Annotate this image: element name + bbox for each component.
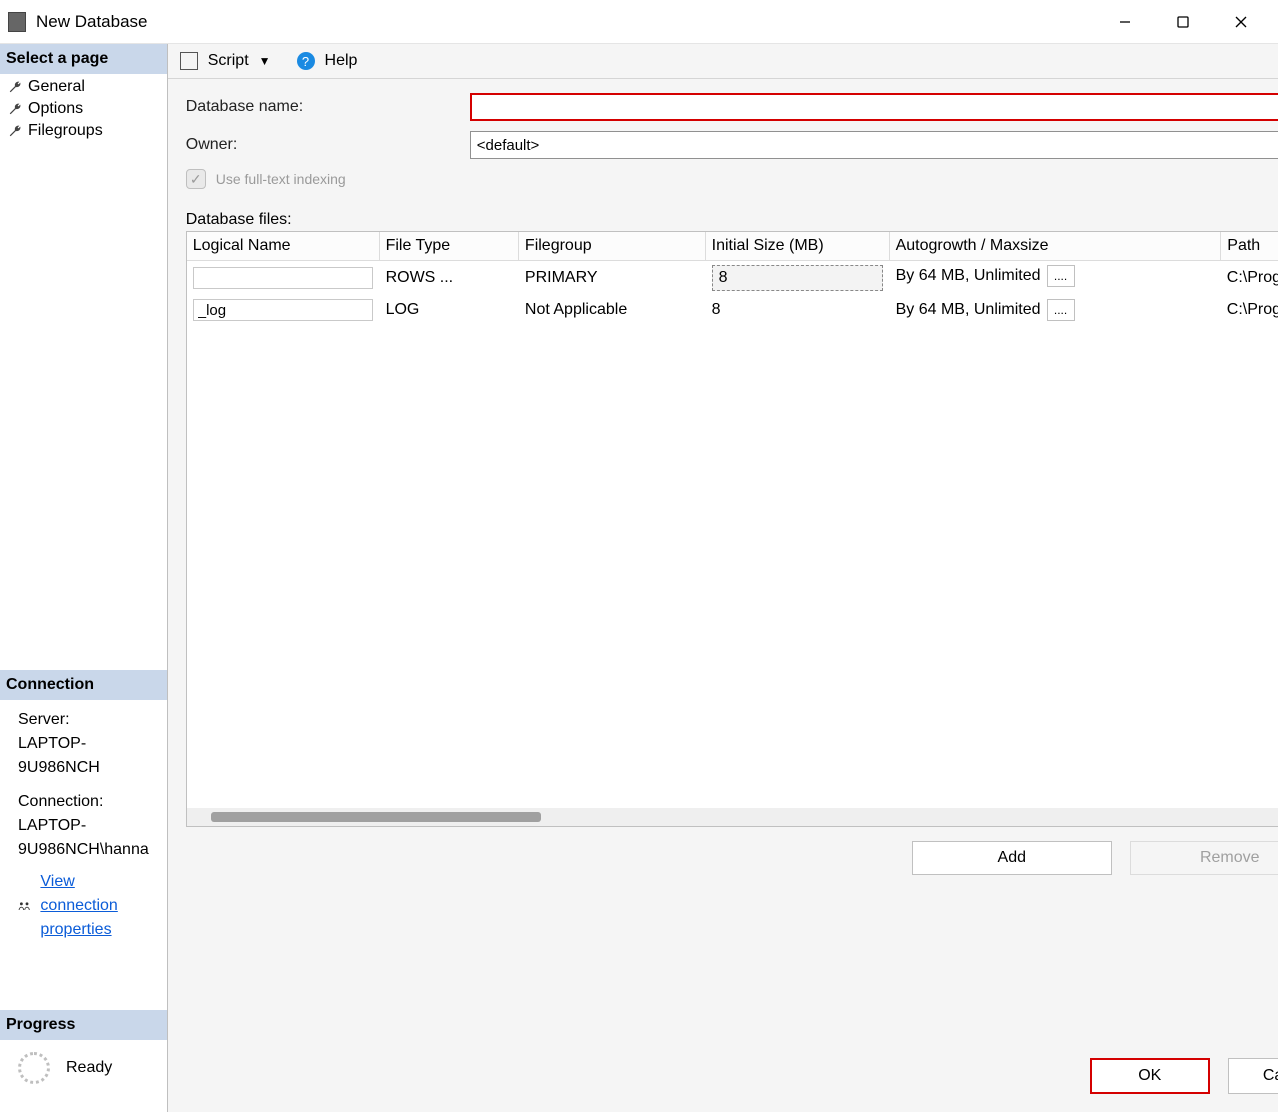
- sidebar-item-filegroups[interactable]: Filegroups: [0, 120, 167, 142]
- progress-ring-icon: [18, 1052, 50, 1084]
- fulltext-label: Use full-text indexing: [216, 171, 346, 187]
- col-filegroup[interactable]: Filegroup: [518, 232, 705, 261]
- connection-properties-icon: [18, 896, 30, 916]
- chevron-down-icon[interactable]: ▼: [259, 54, 271, 68]
- database-name-label: Database name:: [186, 98, 470, 116]
- fulltext-checkbox: ✓: [186, 169, 206, 189]
- wrench-icon: [8, 102, 22, 116]
- script-button[interactable]: Script: [208, 52, 249, 70]
- maximize-button[interactable]: [1154, 4, 1212, 40]
- database-icon: [8, 12, 26, 32]
- remove-button: Remove: [1130, 841, 1278, 875]
- autogrowth-edit-button[interactable]: ....: [1047, 265, 1075, 287]
- cell: By 64 MB, Unlimited: [896, 267, 1041, 285]
- script-icon: [180, 52, 198, 70]
- cell: By 64 MB, Unlimited: [896, 301, 1041, 319]
- logical-name-input[interactable]: [193, 299, 373, 321]
- col-autogrowth[interactable]: Autogrowth / Maxsize: [889, 232, 1221, 261]
- sidebar-item-general[interactable]: General: [0, 76, 167, 98]
- horizontal-scrollbar[interactable]: [187, 808, 1278, 826]
- col-initial-size[interactable]: Initial Size (MB): [705, 232, 889, 261]
- server-label: Server:: [18, 708, 149, 732]
- cell: Not Applicable: [518, 295, 705, 325]
- window-controls: [1096, 4, 1270, 40]
- minimize-button[interactable]: [1096, 4, 1154, 40]
- view-connection-properties-link[interactable]: View connection properties: [40, 870, 148, 942]
- connection-label: Connection:: [18, 790, 149, 814]
- database-files-grid[interactable]: Logical Name File Type Filegroup Initial…: [186, 231, 1278, 827]
- sidebar-item-label: Filegroups: [28, 122, 103, 140]
- sidebar-header-connection: Connection: [0, 670, 167, 700]
- toolbar: Script ▼ ? Help: [168, 44, 1278, 79]
- window-title: New Database: [36, 12, 148, 32]
- cell: C:\Progra: [1221, 295, 1278, 325]
- titlebar: New Database: [0, 0, 1278, 44]
- sidebar-header-progress: Progress: [0, 1010, 167, 1040]
- add-button[interactable]: Add: [912, 841, 1112, 875]
- database-name-input[interactable]: [470, 93, 1278, 121]
- table-row[interactable]: LOG Not Applicable 8 By 64 MB, Unlimited…: [187, 295, 1278, 325]
- sidebar-item-label: General: [28, 78, 85, 96]
- sidebar-header-select-page: Select a page: [0, 44, 167, 74]
- owner-label: Owner:: [186, 136, 470, 154]
- server-value: LAPTOP-9U986NCH: [18, 732, 149, 780]
- owner-input[interactable]: [470, 131, 1278, 159]
- close-button[interactable]: [1212, 4, 1270, 40]
- sidebar-item-options[interactable]: Options: [0, 98, 167, 120]
- initial-size-cell[interactable]: 8: [712, 265, 883, 291]
- progress-status: Ready: [66, 1059, 112, 1077]
- content-area: Script ▼ ? Help Database name: Owner: ..…: [168, 44, 1278, 1112]
- sidebar: Select a page General Options Filegroups…: [0, 44, 168, 1112]
- page-list: General Options Filegroups: [0, 74, 167, 144]
- cell: C:\Progra: [1221, 261, 1278, 296]
- logical-name-input[interactable]: [193, 267, 373, 289]
- help-button[interactable]: Help: [325, 52, 358, 70]
- table-row[interactable]: ROWS ... PRIMARY 8 By 64 MB, Unlimited .…: [187, 261, 1278, 296]
- cell: ROWS ...: [379, 261, 518, 296]
- cancel-button[interactable]: Cancel: [1228, 1058, 1278, 1094]
- cell[interactable]: 8: [705, 295, 889, 325]
- scrollbar-thumb[interactable]: [211, 812, 541, 822]
- sidebar-item-label: Options: [28, 100, 83, 118]
- connection-value: LAPTOP-9U986NCH\hanna: [18, 814, 149, 862]
- col-logical-name[interactable]: Logical Name: [187, 232, 379, 261]
- col-file-type[interactable]: File Type: [379, 232, 518, 261]
- autogrowth-edit-button[interactable]: ....: [1047, 299, 1075, 321]
- help-icon: ?: [297, 52, 315, 70]
- wrench-icon: [8, 124, 22, 138]
- col-path[interactable]: Path: [1221, 232, 1278, 261]
- wrench-icon: [8, 80, 22, 94]
- cell: PRIMARY: [518, 261, 705, 296]
- cell: LOG: [379, 295, 518, 325]
- database-files-label: Database files:: [186, 211, 1278, 229]
- ok-button[interactable]: OK: [1090, 1058, 1210, 1094]
